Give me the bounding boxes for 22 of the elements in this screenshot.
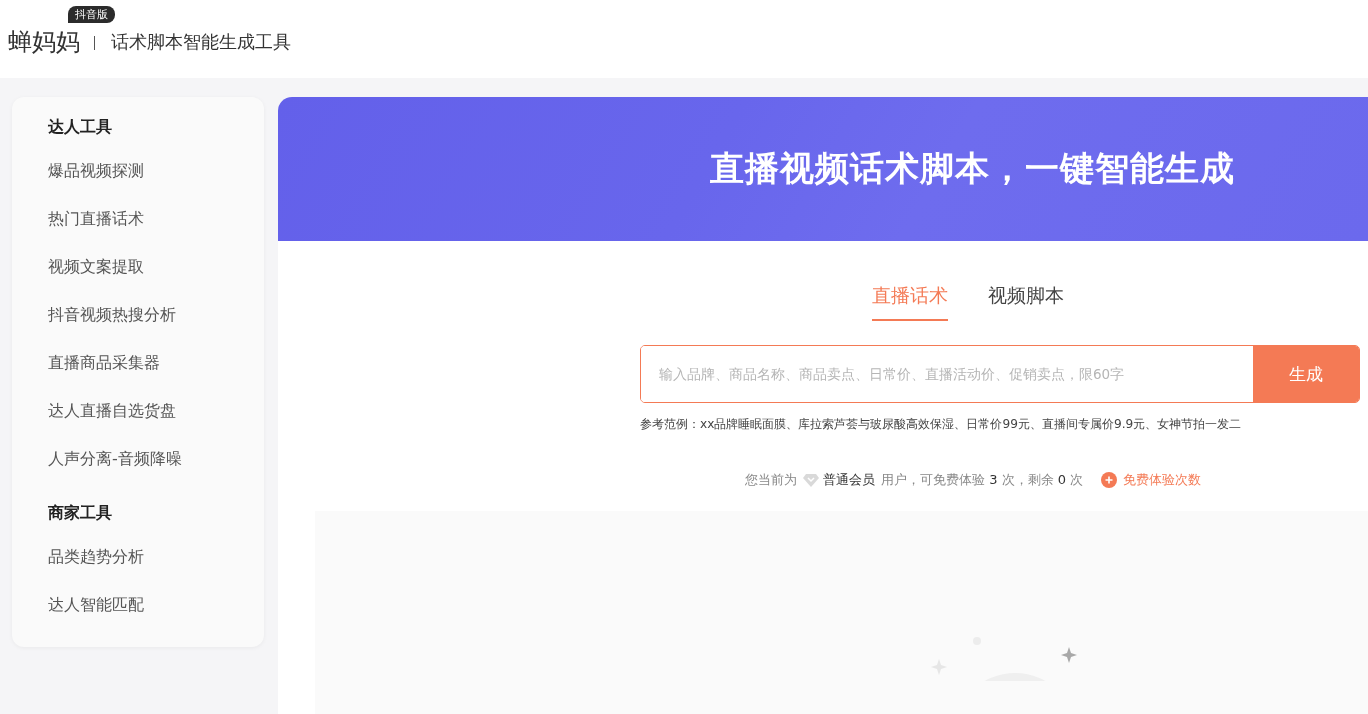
member-level: 普通会员 [823,471,875,489]
version-badge: 抖音版 [68,6,115,23]
sidebar-item[interactable]: 热门直播话术 [48,207,264,255]
banner-headline: 直播视频话术脚本，一键智能生成 [710,147,1235,190]
example-text: 参考范例：xx品牌睡眠面膜、库拉索芦荟与玻尿酸高效保湿、日常价99元、直播间专属价9.9元、女神节拍一发二 [640,416,1243,433]
sidebar-item[interactable]: 抖音视频热搜分析 [48,303,264,351]
sidebar-heading: 达人工具 [48,117,113,138]
tab[interactable]: 视频脚本 [988,283,1064,321]
logo-text[interactable]: 蝉妈妈 [8,28,80,56]
diamond-icon [803,472,819,488]
sidebar-item[interactable]: 视频文案提取 [48,255,264,303]
sidebar-item[interactable]: 爆品视频探测 [48,159,264,207]
sidebar-item[interactable]: 直播商品采集器 [48,351,264,399]
plus-icon [1101,472,1118,488]
sidebar-item[interactable]: 人声分离-音频降噪 [48,447,264,495]
page-title: 话术脚本智能生成工具 [111,30,291,54]
sidebar-item[interactable]: 品类趋势分析 [48,545,264,593]
quota-text: 用户，可免费体验 3 次，剩余 0 次 [881,471,1084,489]
sidebar-heading: 商家工具 [48,503,113,524]
sidebar-item[interactable]: 达人智能匹配 [48,593,264,641]
quota-label: 您当前为 [745,471,797,489]
sidebar-item[interactable]: 达人直播自选货盘 [48,399,264,447]
